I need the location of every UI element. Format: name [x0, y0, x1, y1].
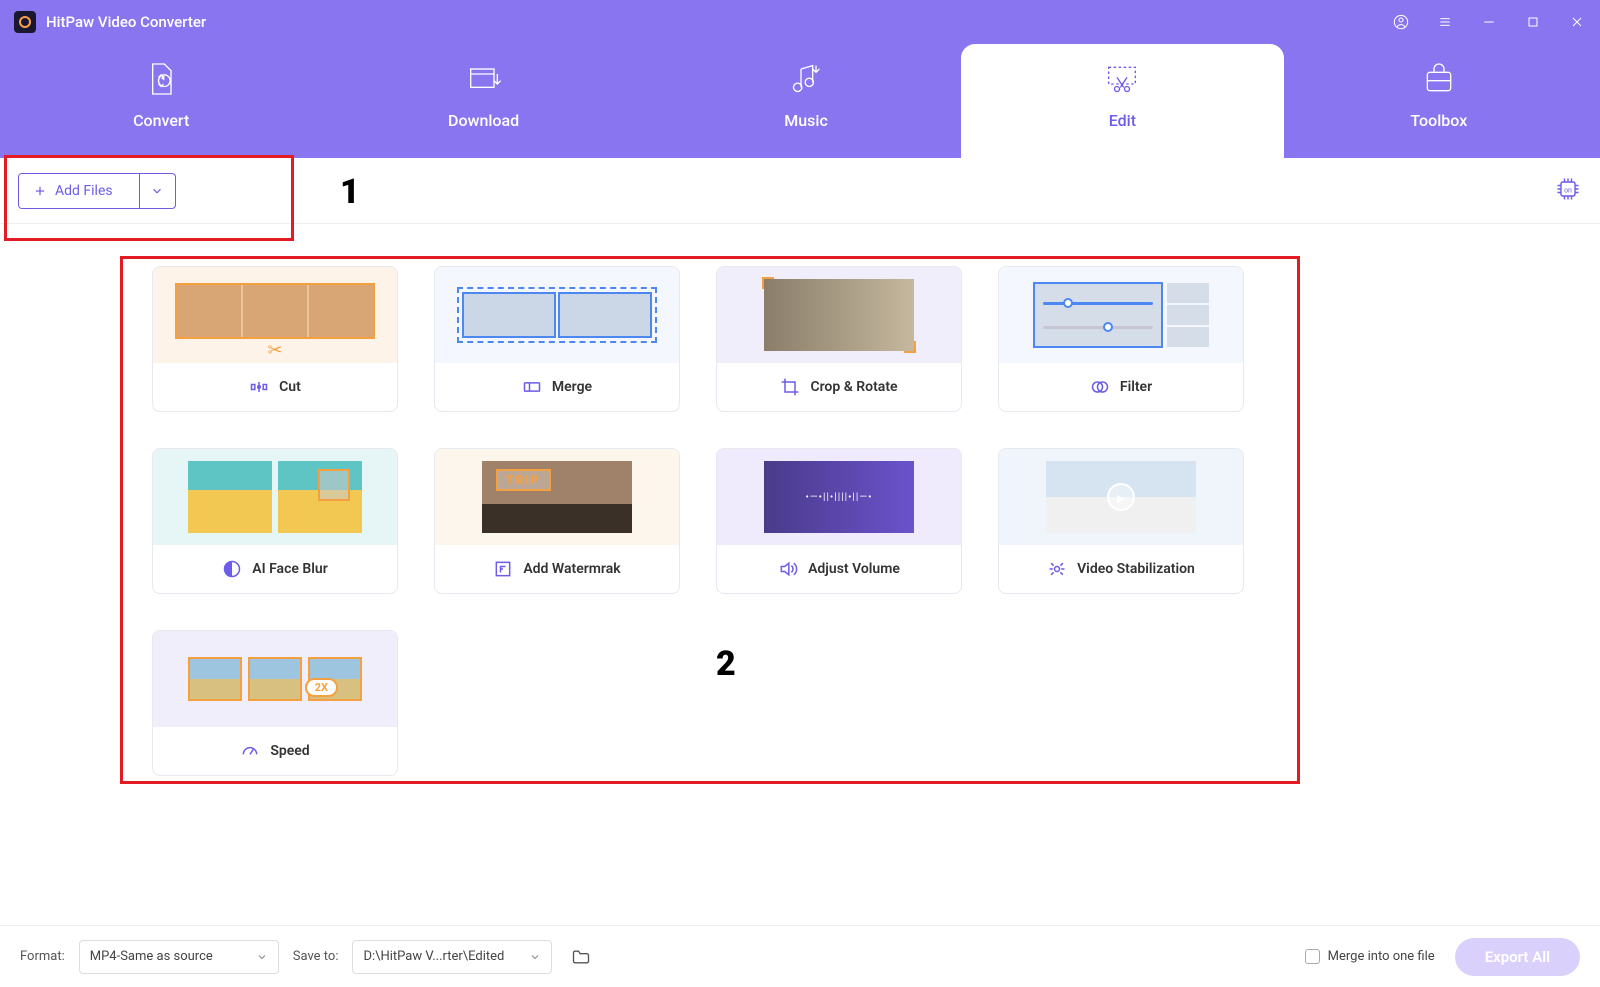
tab-download[interactable]: Download	[322, 44, 644, 158]
format-select[interactable]: MP4-Same as source	[79, 940, 279, 974]
download-icon	[464, 59, 504, 99]
svg-text:on: on	[1564, 186, 1572, 194]
card-thumbnail	[153, 449, 397, 545]
tab-label: Edit	[1109, 111, 1136, 130]
scissors-icon: ✂	[267, 340, 282, 361]
tool-card-volume[interactable]: •—•||•||||•||—• Adjust Volume	[716, 448, 962, 594]
tool-card-watermark[interactable]: TRIP Add Watermrak	[434, 448, 680, 594]
music-icon	[786, 59, 826, 99]
stabilization-icon	[1047, 559, 1067, 579]
card-thumbnail: •—•||•||||•||—•	[717, 449, 961, 545]
tab-label: Download	[448, 111, 519, 130]
card-thumbnail: 2X	[153, 631, 397, 727]
card-title: Crop & Rotate	[810, 379, 897, 395]
checkbox-icon	[1305, 949, 1320, 964]
format-label: Format:	[20, 949, 65, 964]
tool-card-crop[interactable]: Crop & Rotate	[716, 266, 962, 412]
save-to-value: D:\HitPaw V...rter\Edited	[363, 949, 504, 964]
card-title: Video Stabilization	[1077, 561, 1195, 577]
tab-music[interactable]: Music	[645, 44, 967, 158]
tools-grid: ✂ Cut Merge Crop & Rotate	[152, 266, 1460, 776]
main-nav: Convert Download Music Edit Toolbox	[0, 44, 1600, 158]
card-thumbnail: ✂	[153, 267, 397, 363]
menu-icon[interactable]	[1436, 13, 1454, 31]
add-files-dropdown[interactable]	[139, 174, 175, 208]
play-icon: ▸	[1107, 483, 1135, 511]
card-title: AI Face Blur	[252, 561, 328, 577]
titlebar: HitPaw Video Converter	[0, 0, 1600, 44]
app-logo	[14, 11, 36, 33]
watermark-icon	[493, 559, 513, 579]
app-title: HitPaw Video Converter	[46, 13, 1392, 31]
tab-toolbox[interactable]: Toolbox	[1278, 44, 1600, 158]
format-value: MP4-Same as source	[90, 949, 213, 964]
volume-icon	[778, 559, 798, 579]
save-to-select[interactable]: D:\HitPaw V...rter\Edited	[352, 940, 552, 974]
add-files-group: Add Files	[18, 173, 176, 209]
save-to-label: Save to:	[293, 949, 339, 964]
merge-checkbox[interactable]: Merge into one file	[1305, 949, 1435, 964]
tab-edit[interactable]: Edit	[961, 44, 1283, 158]
crop-icon	[780, 377, 800, 397]
tab-label: Toolbox	[1410, 111, 1467, 130]
maximize-button[interactable]	[1524, 13, 1542, 31]
tool-card-merge[interactable]: Merge	[434, 266, 680, 412]
edit-icon	[1102, 59, 1142, 99]
folder-icon	[571, 947, 591, 967]
add-files-button[interactable]: Add Files	[19, 174, 139, 208]
tab-label: Convert	[133, 111, 189, 130]
card-thumbnail: TRIP	[435, 449, 679, 545]
chevron-down-icon	[150, 184, 164, 198]
card-title: Speed	[270, 743, 309, 759]
card-title: Filter	[1120, 379, 1152, 395]
tool-card-face-blur[interactable]: AI Face Blur	[152, 448, 398, 594]
card-title: Cut	[279, 379, 301, 395]
card-title: Merge	[552, 379, 592, 395]
blur-icon	[222, 559, 242, 579]
speed-badge: 2X	[305, 678, 338, 697]
card-thumbnail	[435, 267, 679, 363]
tab-convert[interactable]: Convert	[0, 44, 322, 158]
open-folder-button[interactable]	[566, 942, 596, 972]
tool-card-stabilization[interactable]: ▸ Video Stabilization	[998, 448, 1244, 594]
card-title: Adjust Volume	[808, 561, 900, 577]
plus-icon	[33, 184, 47, 198]
footer: Format: MP4-Same as source Save to: D:\H…	[0, 925, 1600, 987]
window-controls	[1392, 13, 1586, 31]
add-files-label: Add Files	[55, 183, 113, 199]
toolbar: Add Files on	[0, 158, 1600, 224]
export-all-button[interactable]: Export All	[1455, 938, 1580, 976]
hardware-accel-button[interactable]: on	[1554, 175, 1582, 207]
tool-card-filter[interactable]: Filter	[998, 266, 1244, 412]
card-thumbnail	[717, 267, 961, 363]
filter-icon	[1090, 377, 1110, 397]
speed-icon	[240, 741, 260, 761]
toolbox-icon	[1419, 59, 1459, 99]
convert-icon	[141, 59, 181, 99]
tool-card-speed[interactable]: 2X Speed	[152, 630, 398, 776]
tab-label: Music	[784, 111, 828, 130]
cut-icon	[249, 377, 269, 397]
chevron-down-icon	[529, 951, 541, 963]
close-button[interactable]	[1568, 13, 1586, 31]
header: HitPaw Video Converter Convert Download …	[0, 0, 1600, 158]
minimize-button[interactable]	[1480, 13, 1498, 31]
card-thumbnail	[999, 267, 1243, 363]
merge-label: Merge into one file	[1328, 949, 1435, 964]
tool-card-cut[interactable]: ✂ Cut	[152, 266, 398, 412]
card-thumbnail: ▸	[999, 449, 1243, 545]
merge-icon	[522, 377, 542, 397]
chevron-down-icon	[256, 951, 268, 963]
content-area: ✂ Cut Merge Crop & Rotate	[0, 224, 1600, 796]
card-title: Add Watermrak	[523, 561, 620, 577]
account-icon[interactable]	[1392, 13, 1410, 31]
